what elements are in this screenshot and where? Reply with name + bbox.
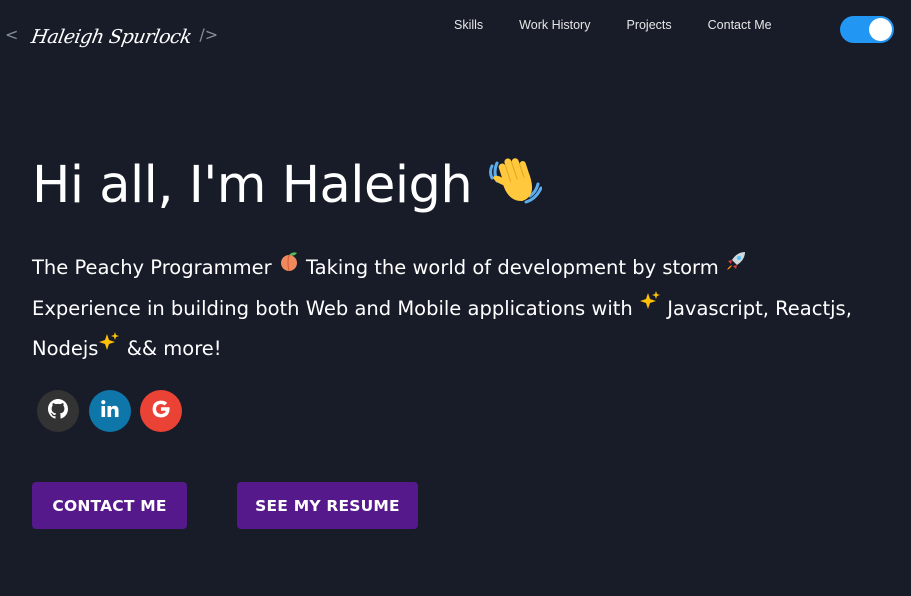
logo-open-bracket: < [5,24,19,44]
linkedin-link[interactable] [88,390,131,432]
subtitle-storm: Taking the world of development by storm [306,256,719,279]
google-icon [150,398,172,424]
nav-skills[interactable]: Skills [436,17,501,33]
github-icon [48,399,68,423]
linkedin-icon [100,399,120,423]
subtitle-more: && more! [126,337,222,360]
social-links [37,390,192,432]
rocket-icon [725,246,747,286]
portfolio-page: < Haleigh Spurlock /> Skills Work Histor… [0,0,911,596]
top-nav: Skills Work History Projects Contact Me [436,17,790,33]
subtitle-tagline: The Peachy Programmer [32,256,272,279]
hero-title: Hi all, I'm Haleigh [32,156,543,216]
nav-contact-me[interactable]: Contact Me [690,17,790,33]
toggle-knob [869,18,892,41]
hero-title-text: Hi all, I'm Haleigh [32,156,473,215]
waving-hand-icon [486,152,543,208]
sparkles-icon [98,327,120,367]
logo-signature: Haleigh Spurlock [29,26,194,48]
google-link[interactable] [140,390,182,432]
site-logo[interactable]: < Haleigh Spurlock /> [5,14,218,54]
hero-subtitle: The Peachy Programmer Taking the world o… [32,248,892,370]
nav-projects[interactable]: Projects [608,17,689,33]
contact-me-button[interactable]: CONTACT ME [32,482,187,529]
peach-icon [278,246,300,286]
see-resume-button[interactable]: SEE MY RESUME [237,482,418,529]
theme-toggle[interactable] [840,16,894,43]
github-link[interactable] [37,390,79,432]
subtitle-experience: Experience in building both Web and Mobi… [32,296,633,320]
logo-close-bracket: /> [199,24,219,44]
sparkles-icon [639,286,661,326]
nav-work-history[interactable]: Work History [501,17,608,33]
